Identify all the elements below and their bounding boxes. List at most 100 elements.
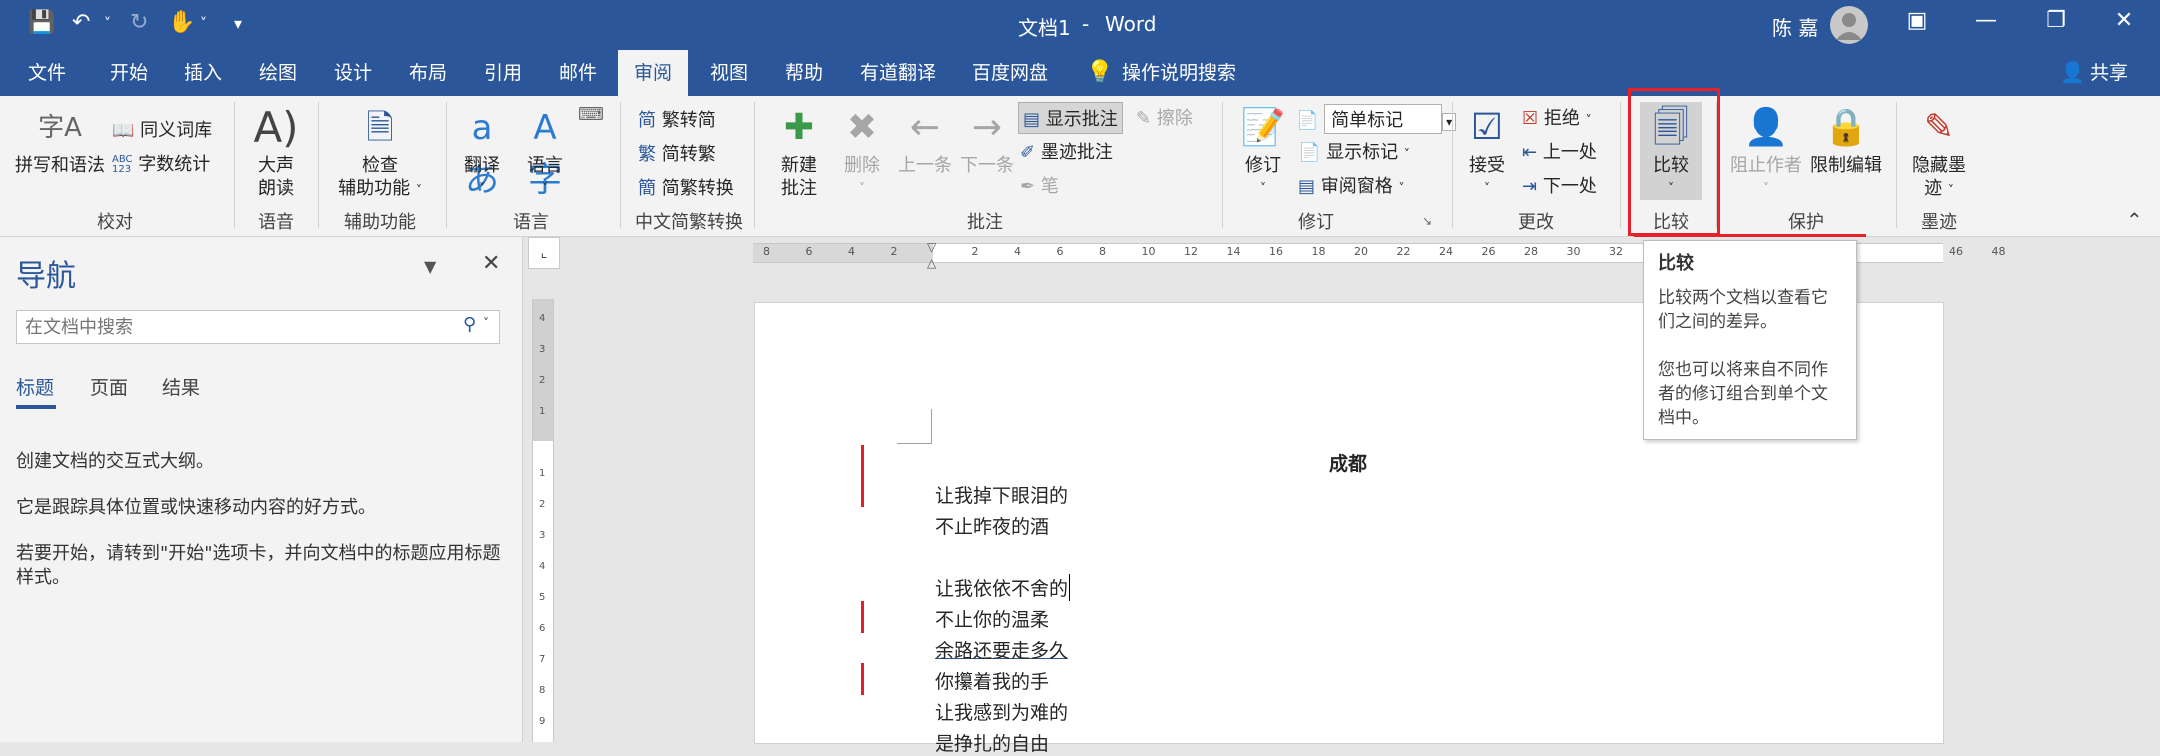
thesaurus-icon: 📖 [112,120,135,141]
ruler-tick-label: 32 [1609,245,1623,258]
translate-button[interactable]: aあ 翻译 ˅ [456,102,508,200]
divider [1222,102,1223,228]
check-accessibility-button[interactable]: 🗎 检查 辅助功能 ˅ [328,102,432,202]
ruler-tick-label: 2 [971,245,979,258]
close-icon[interactable]: ✕ [482,251,500,276]
tab-view[interactable]: 视图 [706,50,752,96]
user-name[interactable]: 陈 嘉 [1772,12,1818,41]
tab-draw[interactable]: 绘图 [255,50,301,96]
tab-baidu[interactable]: 百度网盘 [968,50,1052,96]
reject-button[interactable]: ☒ 拒绝 ˅ [1522,104,1592,130]
thesaurus-button[interactable]: 📖 同义词库 [112,116,212,142]
chevron-down-icon[interactable]: ˅ [483,316,489,330]
hide-ink-label-2: 迹 ˅ [1906,177,1972,202]
undo-dropdown-icon[interactable]: ˅ [104,16,111,32]
nav-options-icon[interactable]: ▼ [424,257,436,276]
language-button[interactable]: A字 语言 ˅ [518,102,572,200]
chevron-down-icon: ˅ [479,181,485,195]
nav-hint-1: 创建文档的交互式大纲。 [16,451,214,472]
redo-icon: ↻ [130,10,149,35]
dialog-launcher-icon[interactable]: ↘ [1422,214,1432,228]
margin-corner-mark [897,409,932,444]
simp-to-trad-button[interactable]: 繁 简转繁 [638,140,716,166]
tab-references[interactable]: 引用 [480,50,526,96]
previous-comment-label: 上一条 [898,155,952,176]
erase-button: ✎ 擦除 [1136,104,1193,130]
tab-layout[interactable]: 布局 [405,50,451,96]
markup-icon: 📄 [1296,110,1319,131]
read-aloud-button[interactable]: A) 大声 朗读 [244,102,308,200]
tab-file[interactable]: 文件 [24,50,70,96]
hide-ink-button[interactable]: ✎ 隐藏墨 迹 ˅ [1906,102,1972,202]
save-icon[interactable]: 💾 [28,10,55,35]
close-window-icon[interactable]: ✕ [2104,8,2144,33]
poem-line: 让我掉下眼泪的 [935,485,1069,507]
new-comment-button[interactable]: ✚ 新建 批注 [770,102,828,200]
tab-design[interactable]: 设计 [330,50,376,96]
collapse-ribbon-icon[interactable]: ⌃ [2126,208,2143,232]
touch-mode-icon[interactable]: ✋ [168,10,195,35]
reviewing-pane-button[interactable]: ▤ 审阅窗格 ˅ [1298,172,1404,198]
search-input[interactable] [23,314,447,340]
check-accessibility-label-2: 辅助功能 ˅ [328,177,432,202]
ruler-tick-label: 1 [539,468,546,479]
touch-dropdown-icon[interactable]: ˅ [200,16,207,32]
restrict-editing-button[interactable]: 🔒 限制编辑 [1806,102,1886,177]
keyboard-icon[interactable]: ⌨ [578,104,604,125]
ruler-tick-label: 18 [1311,245,1326,258]
share-button[interactable]: 共享 [2086,50,2132,96]
group-protect: 保护 [1788,212,1824,233]
eraser-icon: ✎ [1136,108,1152,129]
search-box[interactable]: ⚲ ˅ [16,310,500,344]
simp-to-trad-label: 简转繁 [661,144,716,165]
customize-qat-icon[interactable]: ▾ [234,14,242,33]
spelling-grammar-button[interactable]: 字A 拼写和语法 [10,102,110,177]
minimize-icon[interactable]: — [1966,8,2006,33]
trad-to-simp-button[interactable]: 简 繁转简 [638,106,716,132]
chevron-down-icon: ˅ [1260,181,1266,195]
chevron-down-icon: ˅ [1403,147,1410,161]
track-changes-button[interactable]: 📝 修订 ˅ [1236,102,1290,200]
tab-selector[interactable]: ⌞ [528,237,560,269]
ruler-tick-label: 5 [539,592,546,603]
ink-comment-button[interactable]: ✐ 墨迹批注 [1020,138,1113,164]
tell-me-search[interactable]: 操作说明搜索 [1118,50,1240,96]
erase-label: 擦除 [1156,108,1193,129]
previous-change-button[interactable]: ⇤ 上一处 [1522,138,1597,164]
avatar[interactable] [1830,6,1868,44]
ribbon-display-options-icon[interactable]: ▣ [1897,8,1937,33]
accept-button[interactable]: ☑ 接受 ˅ [1462,102,1512,200]
hanging-indent-marker[interactable]: △ [927,256,936,270]
compare-tooltip: 比较 比较两个文档以查看它 们之间的差异。 您也可以将来自不同作 者的修订组合到… [1643,240,1857,440]
tab-results[interactable]: 结果 [162,373,200,400]
next-change-button[interactable]: ⇥ 下一处 [1522,172,1597,198]
title-separator: - [1082,12,1090,36]
tooltip-line: 档中。 [1658,408,1709,428]
language-label: 语言 [527,155,563,176]
show-markup-button[interactable]: 📄 显示标记 ˅ [1298,138,1410,164]
ruler-tick-label: 12 [1184,245,1198,258]
chinese-conversion-button[interactable]: 簡 简繁转换 [638,174,734,200]
display-for-review-value: 简单标记 [1324,104,1443,134]
display-for-review-dropdown[interactable]: 📄 简单标记 ▾ [1296,104,1457,134]
indent-marker[interactable]: ▽ [927,240,936,254]
tab-insert[interactable]: 插入 [180,50,226,96]
revision-bar [861,663,864,695]
ruler-tick-label: 16 [1269,245,1283,258]
navigation-pane: 导航 ▼ ✕ ⚲ ˅ 标题 页面 结果 创建文档的交互式大纲。 它是跟踪具体位置… [0,237,523,742]
tab-pages[interactable]: 页面 [90,373,128,400]
tab-mailings[interactable]: 邮件 [555,50,601,96]
tab-headings[interactable]: 标题 [16,373,54,400]
ruler-tick-label: 6 [805,245,813,258]
group-comments: 批注 [967,212,1003,233]
word-count-button[interactable]: ABC 123 字数统计 [112,150,210,176]
tab-home[interactable]: 开始 [106,50,152,96]
undo-icon[interactable]: ↶ [72,10,90,35]
tab-help[interactable]: 帮助 [781,50,827,96]
tab-review[interactable]: 审阅 [618,50,689,96]
restore-icon[interactable]: ❐ [2036,8,2076,33]
tab-youdao[interactable]: 有道翻译 [856,50,940,96]
vertical-ruler[interactable]: 4 3 2 1 1 2 3 4 5 6 7 8 9 [532,299,554,742]
show-comments-button[interactable]: ▤ 显示批注 [1018,102,1123,134]
search-icon[interactable]: ⚲ [463,314,476,335]
